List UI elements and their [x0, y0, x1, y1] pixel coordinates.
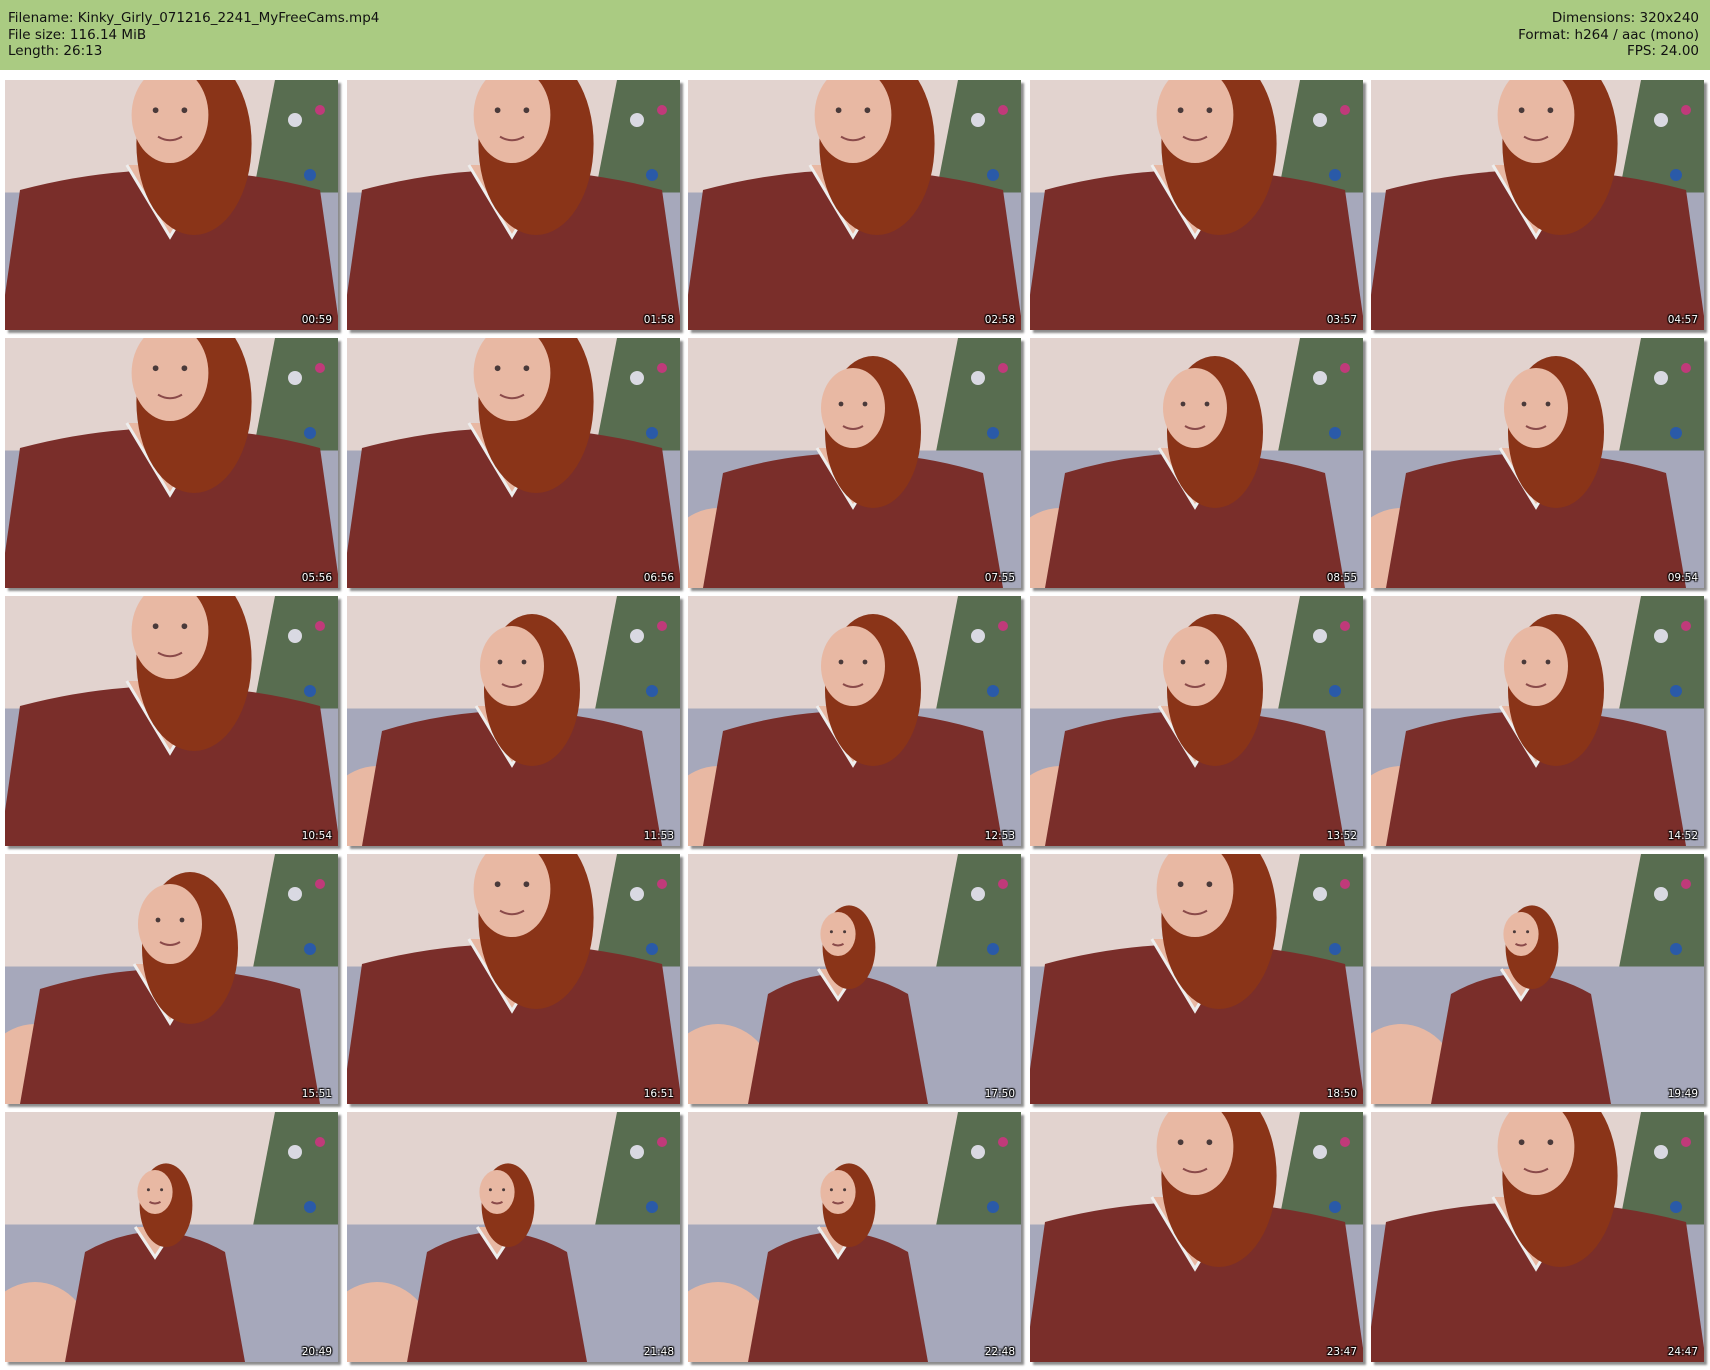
timestamp-label: 22:48: [984, 1346, 1015, 1358]
timestamp-label: 03:57: [1326, 314, 1357, 326]
timestamp-label: 10:54: [301, 830, 332, 842]
frame-image: [5, 80, 338, 330]
frame-image: [688, 1112, 1021, 1362]
frame-image: [5, 854, 338, 1104]
frame-image: [1030, 338, 1363, 588]
timestamp-label: 24:47: [1667, 1346, 1698, 1358]
timestamp-label: 09:54: [1667, 572, 1698, 584]
format-text: Format: h264 / aac (mono): [1518, 26, 1699, 43]
thumbnail-frame: 12:53: [688, 596, 1021, 846]
thumbnail-frame: 16:51: [347, 854, 680, 1104]
timestamp-label: 15:51: [301, 1088, 332, 1100]
thumbnail-frame: 23:47: [1030, 1112, 1363, 1362]
thumbnail-frame: 09:54: [1371, 338, 1704, 588]
thumbnail-frame: 22:48: [688, 1112, 1021, 1362]
thumbnail-frame: 19:49: [1371, 854, 1704, 1104]
thumbnail-frame: 11:53: [347, 596, 680, 846]
thumbnail-frame: 17:50: [688, 854, 1021, 1104]
thumbnail-frame: 18:50: [1030, 854, 1363, 1104]
frame-image: [688, 80, 1021, 330]
thumbnail-frame: 06:56: [347, 338, 680, 588]
frame-image: [1030, 80, 1363, 330]
timestamp-label: 16:51: [643, 1088, 674, 1100]
thumbnail-frame: 21:48: [347, 1112, 680, 1362]
frame-image: [347, 80, 680, 330]
frame-image: [1030, 854, 1363, 1104]
thumbnail-frame: 10:54: [5, 596, 338, 846]
timestamp-label: 20:49: [301, 1346, 332, 1358]
frame-image: [1371, 1112, 1704, 1362]
timestamp-label: 17:50: [984, 1088, 1015, 1100]
frame-image: [5, 338, 338, 588]
dimensions-text: Dimensions: 320x240: [1551, 10, 1699, 26]
thumbnail-frame: 04:57: [1371, 80, 1704, 330]
info-right: Dimensions: 320x240 Format: h264 / aac (…: [1518, 10, 1699, 60]
thumbnail-frame: 05:56: [5, 338, 338, 588]
timestamp-label: 07:55: [984, 572, 1015, 584]
thumbnail-grid: 00:59 01:58 02:58 03:57 04:57 05:56 06:56 07:55…: [5, 80, 1705, 1364]
timestamp-label: 06:56: [643, 572, 674, 584]
timestamp-label: 00:59: [301, 314, 332, 326]
timestamp-label: 21:48: [643, 1346, 674, 1358]
frame-image: [1371, 854, 1704, 1104]
length-text: Length: 26:13: [8, 43, 103, 59]
timestamp-label: 04:57: [1667, 314, 1698, 326]
thumbnail-frame: 00:59: [5, 80, 338, 330]
thumbnail-frame: 15:51: [5, 854, 338, 1104]
frame-image: [5, 596, 338, 846]
thumbnail-frame: 02:58: [688, 80, 1021, 330]
timestamp-label: 08:55: [1326, 572, 1357, 584]
timestamp-label: 05:56: [301, 572, 332, 584]
info-header: Filename: Kinky_Girly_071216_2241_MyFree…: [0, 0, 1710, 70]
frame-image: [347, 338, 680, 588]
frame-image: [1030, 596, 1363, 846]
frame-image: [1371, 80, 1704, 330]
timestamp-label: 19:49: [1667, 1088, 1698, 1100]
frame-image: [688, 596, 1021, 846]
thumbnail-frame: 03:57: [1030, 80, 1363, 330]
fps-text: FPS: 24.00: [1627, 43, 1699, 59]
thumbnail-frame: 20:49: [5, 1112, 338, 1362]
frame-image: [5, 1112, 338, 1362]
timestamp-label: 01:58: [643, 314, 674, 326]
timestamp-label: 13:52: [1326, 830, 1357, 842]
frame-image: [1371, 596, 1704, 846]
timestamp-label: 14:52: [1667, 830, 1698, 842]
filename-text: Filename: Kinky_Girly_071216_2241_MyFree…: [8, 10, 380, 26]
frame-image: [688, 338, 1021, 588]
thumbnail-frame: 14:52: [1371, 596, 1704, 846]
timestamp-label: 11:53: [643, 830, 674, 842]
filesize-text: File size: 116.14 MiB: [8, 26, 147, 43]
frame-image: [347, 1112, 680, 1362]
frame-image: [1371, 338, 1704, 588]
frame-image: [688, 854, 1021, 1104]
thumbnail-frame: 08:55: [1030, 338, 1363, 588]
timestamp-label: 23:47: [1326, 1346, 1357, 1358]
frame-image: [1030, 1112, 1363, 1362]
thumbnail-frame: 01:58: [347, 80, 680, 330]
frame-image: [347, 854, 680, 1104]
info-left: Filename: Kinky_Girly_071216_2241_MyFree…: [8, 10, 379, 60]
frame-image: [347, 596, 680, 846]
timestamp-label: 12:53: [984, 830, 1015, 842]
thumbnail-frame: 07:55: [688, 338, 1021, 588]
timestamp-label: 18:50: [1326, 1088, 1357, 1100]
timestamp-label: 02:58: [984, 314, 1015, 326]
thumbnail-frame: 13:52: [1030, 596, 1363, 846]
thumbnail-frame: 24:47: [1371, 1112, 1704, 1362]
